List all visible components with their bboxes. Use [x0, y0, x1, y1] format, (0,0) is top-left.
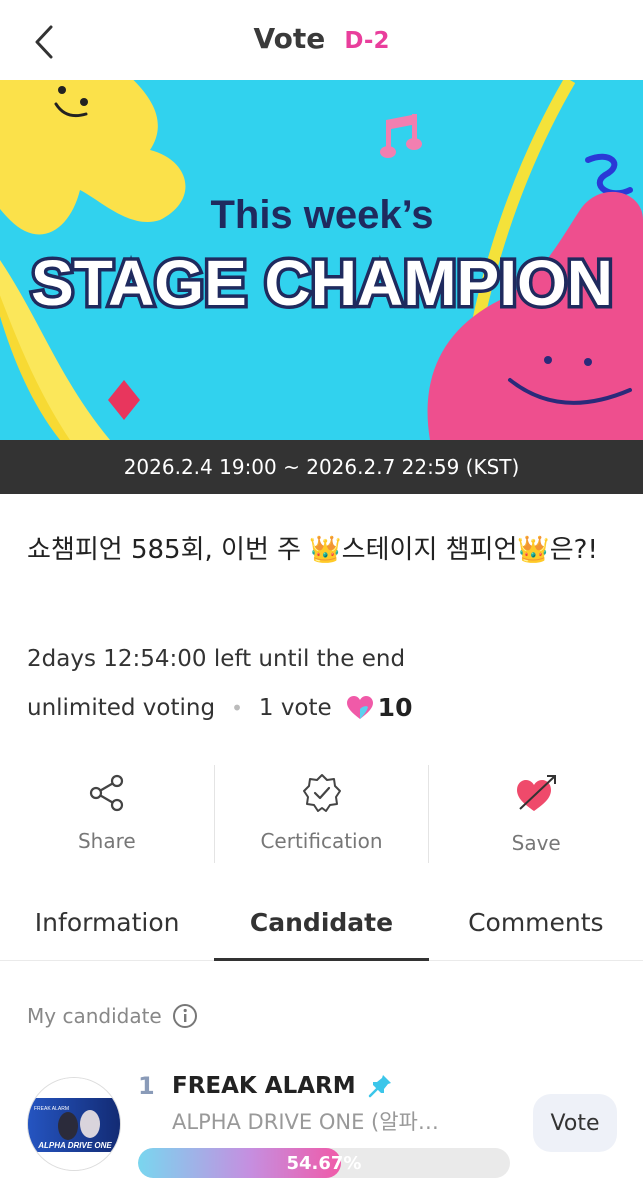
banner-image: This week’s STAGE CHAMPION — [0, 80, 643, 440]
header: Vote D-2 — [0, 0, 643, 80]
share-button[interactable]: Share — [0, 765, 214, 863]
thumb-text: ALPHA DRIVE ONE — [37, 1141, 112, 1150]
tab-bar: Information Candidate Comments — [0, 885, 643, 961]
certification-button[interactable]: Certification — [213, 765, 429, 863]
candidate-name: FREAK ALARM — [172, 1073, 356, 1099]
heart-count: 10 — [377, 693, 413, 722]
dday-badge: D-2 — [344, 28, 390, 54]
voting-type: unlimited voting — [27, 694, 216, 721]
tab-candidate[interactable]: Candidate — [214, 885, 429, 961]
action-bar: Share Certification Save — [0, 765, 643, 863]
my-candidate-heading: My candidate — [27, 1003, 198, 1029]
candidate-thumbnail: FREAK ALARM ALPHA DRIVE ONE — [27, 1077, 121, 1171]
badge-check-icon — [302, 774, 341, 812]
vote-meta: unlimited voting • 1 vote 10 — [27, 693, 412, 722]
pin-icon — [368, 1075, 391, 1098]
separator-dot: • — [231, 695, 243, 720]
info-icon[interactable] — [172, 1003, 198, 1029]
candidate-artist: ALPHA DRIVE ONE (알파… — [172, 1110, 439, 1134]
candidate-name-wrap: FREAK ALARM — [172, 1072, 394, 1100]
candidate-row[interactable]: FREAK ALARM ALPHA DRIVE ONE 1 FREAK ALAR… — [0, 1068, 643, 1199]
heart-cost: 10 — [346, 693, 413, 722]
tab-information[interactable]: Information — [0, 885, 214, 960]
certification-label: Certification — [260, 829, 383, 853]
candidate-rank: 1 — [138, 1072, 155, 1100]
vote-period: 2026.2.4 19:00 ~ 2026.2.7 22:59 (KST) — [0, 440, 643, 494]
save-button[interactable]: Save — [428, 765, 643, 863]
vote-progress-bar: 54.67% — [138, 1148, 510, 1178]
vote-button[interactable]: Vote — [533, 1094, 617, 1152]
heart-icon — [346, 695, 373, 719]
save-label: Save — [511, 831, 561, 855]
thumb-small-text: FREAK ALARM — [34, 1106, 69, 1112]
heart-arrow-icon — [517, 775, 557, 811]
vote-percent: 54.67% — [286, 1152, 362, 1174]
tab-comments[interactable]: Comments — [429, 885, 643, 960]
banner-line1: This week’s — [210, 193, 433, 237]
banner-line2: STAGE CHAMPION — [31, 247, 613, 319]
time-remaining: 2days 12:54:00 left until the end — [27, 646, 406, 672]
votes-per-action: 1 vote — [258, 694, 332, 721]
my-candidate-label: My candidate — [27, 1004, 162, 1028]
page-title: Vote — [253, 22, 326, 55]
vote-title: 쇼챔피언 585회, 이번 주 👑스테이지 챔피언👑은?! — [27, 535, 598, 565]
share-icon — [89, 774, 123, 812]
title-wrap: Vote D-2 — [0, 22, 643, 55]
share-label: Share — [77, 829, 136, 853]
